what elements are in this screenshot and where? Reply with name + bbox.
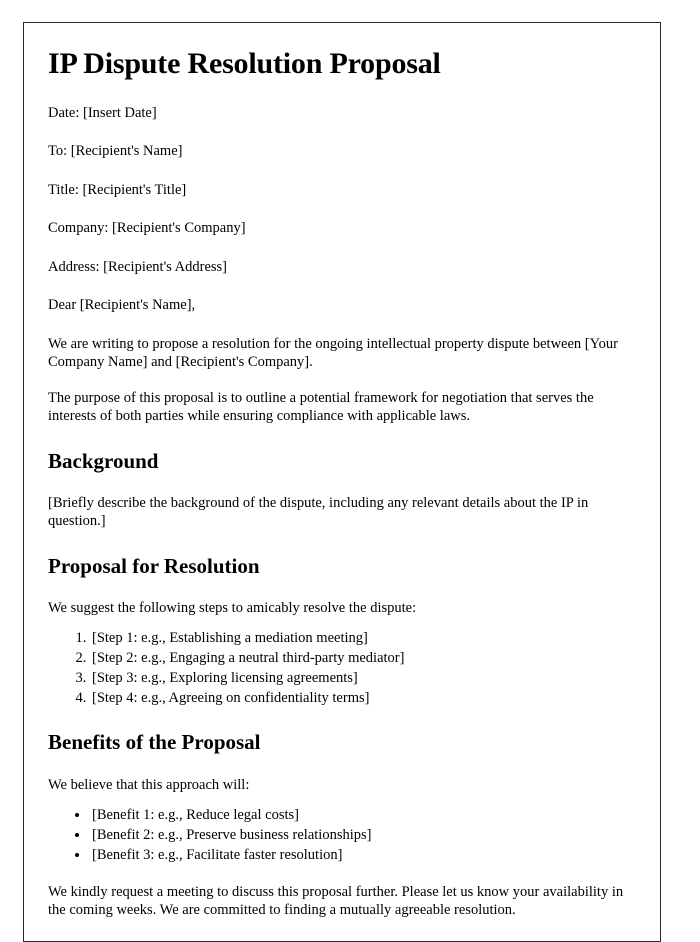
intro-paragraph-1: We are writing to propose a resolution f…	[48, 335, 618, 371]
section-heading-proposal-for-resolution: Proposal for Resolution	[48, 553, 260, 578]
section-heading-benefits-of-the-proposal: Benefits of the Proposal	[48, 730, 261, 755]
document-page: IP Dispute Resolution Proposal Date: [In…	[23, 22, 661, 942]
header-field-company: Company: [Recipient's Company]	[48, 220, 246, 237]
list-item: [Step 1: e.g., Establishing a mediation …	[90, 629, 629, 648]
benefits-list: [Benefit 1: e.g., Reduce legal costs] [B…	[48, 806, 629, 865]
intro-paragraph-2: The purpose of this proposal is to outli…	[48, 389, 594, 425]
closing-paragraph: We kindly request a meeting to discuss t…	[48, 883, 624, 918]
list-item: [Benefit 3: e.g., Facilitate faster reso…	[90, 846, 629, 865]
background-body-text: [Briefly describe the background of the …	[48, 494, 589, 530]
benefits-lead-in-text: We believe that this approach will:	[48, 776, 250, 793]
salutation: Dear [Recipient's Name],	[48, 297, 196, 314]
header-field-title: Title: [Recipient's Title]	[48, 181, 187, 198]
document-body: IP Dispute Resolution Proposal Date: [In…	[24, 23, 660, 919]
proposal-steps-list: [Step 1: e.g., Establishing a mediation …	[48, 629, 629, 707]
list-item: [Benefit 1: e.g., Reduce legal costs]	[90, 806, 629, 825]
header-field-address: Address: [Recipient's Address]	[48, 258, 227, 275]
section-heading-background: Background	[48, 448, 159, 473]
header-field-to: To: [Recipient's Name]	[48, 143, 183, 160]
list-item: [Step 2: e.g., Engaging a neutral third-…	[90, 649, 629, 668]
list-item: [Step 3: e.g., Exploring licensing agree…	[90, 669, 629, 688]
proposal-lead-in-text: We suggest the following steps to amicab…	[48, 599, 417, 616]
list-item: [Benefit 2: e.g., Preserve business rela…	[90, 826, 629, 845]
header-field-date: Date: [Insert Date]	[48, 104, 157, 121]
list-item: [Step 4: e.g., Agreeing on confidentiali…	[90, 689, 629, 708]
letter-header-fields: Date: [Insert Date] To: [Recipient's Nam…	[48, 104, 629, 278]
page-title: IP Dispute Resolution Proposal	[48, 47, 441, 80]
